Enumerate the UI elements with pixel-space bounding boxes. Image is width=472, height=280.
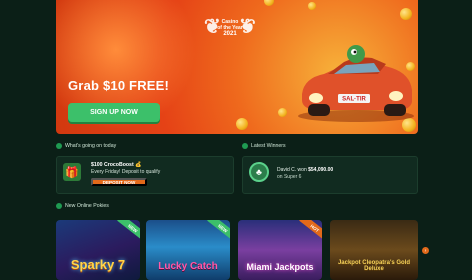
laurel-right-icon: ❦ bbox=[239, 16, 256, 38]
award-badge: ❦ ❦ Casino of the Year 2021 bbox=[204, 14, 256, 46]
new-pokies-title: New Online Pokies bbox=[65, 203, 109, 209]
winner-name: David C. won bbox=[277, 167, 307, 173]
coin-decoration bbox=[236, 118, 248, 130]
croc-car-illustration: SAL·TIR bbox=[298, 45, 414, 122]
deposit-now-button[interactable]: DEPOSIT NOW bbox=[91, 178, 147, 186]
hero-banner: ❦ ❦ Casino of the Year 2021 Grab $10 FRE… bbox=[56, 0, 418, 134]
latest-winners-title: Latest Winners bbox=[251, 143, 286, 149]
megaphone-icon bbox=[56, 143, 62, 149]
game-title: Miami Jackpots bbox=[246, 262, 314, 272]
winner-amount: $54,090.00 bbox=[308, 167, 334, 173]
winner-text: David C. won $54,090.00 bbox=[277, 167, 333, 173]
game-tile-miami-jackpots[interactable]: HOT Miami Jackpots bbox=[238, 220, 322, 280]
game-tile-sparky-7[interactable]: NEW Sparky 7 bbox=[56, 220, 140, 280]
game-title: Lucky Catch bbox=[158, 261, 218, 272]
new-pokies-heading: New Online Pokies bbox=[56, 202, 109, 210]
trophy-icon bbox=[242, 143, 248, 149]
game-title: Sparky 7 bbox=[70, 257, 126, 272]
new-badge: NEW bbox=[207, 220, 230, 242]
coin-decoration bbox=[264, 0, 274, 6]
whats-going-on-title: What's going on today bbox=[65, 143, 117, 149]
coin-decoration bbox=[400, 8, 412, 20]
winner-game: on Super 6 bbox=[277, 174, 302, 180]
slot-machine-icon bbox=[56, 203, 62, 209]
carousel-next-button[interactable]: › bbox=[422, 247, 429, 254]
whats-going-on-heading: What's going on today bbox=[56, 142, 116, 150]
chevron-right-icon: › bbox=[424, 247, 427, 254]
winner-card[interactable]: ♣ David C. won $54,090.00 on Super 6 bbox=[242, 156, 418, 194]
gift-icon: 🎁 bbox=[63, 163, 81, 181]
license-plate-text: SAL·TIR bbox=[342, 97, 366, 103]
new-badge: NEW bbox=[117, 220, 140, 242]
sign-up-button[interactable]: SIGN UP NOW bbox=[68, 103, 160, 122]
hot-badge: HOT bbox=[299, 220, 322, 242]
game-tile-jackpot-cleopatras-gold[interactable]: Jackpot Cleopatra's Gold Deluxe bbox=[330, 220, 418, 280]
casino-chip-icon: ♣ bbox=[249, 162, 269, 182]
game-title: Jackpot Cleopatra's Gold Deluxe bbox=[337, 260, 411, 272]
latest-winners-heading: Latest Winners bbox=[242, 142, 286, 150]
coin-decoration bbox=[308, 2, 316, 10]
promo-card[interactable]: 🎁 $100 CrocoBoost 💰 Every Friday! Deposi… bbox=[56, 156, 234, 194]
promo-description: Every Friday! Deposit to qualify bbox=[91, 169, 161, 175]
game-tile-lucky-catch[interactable]: NEW Lucky Catch bbox=[146, 220, 230, 280]
coin-decoration bbox=[278, 108, 287, 117]
laurel-left-icon: ❦ bbox=[204, 16, 221, 38]
promo-title: $100 CrocoBoost 💰 bbox=[91, 162, 142, 168]
hero-title: Grab $10 FREE! bbox=[68, 78, 170, 93]
